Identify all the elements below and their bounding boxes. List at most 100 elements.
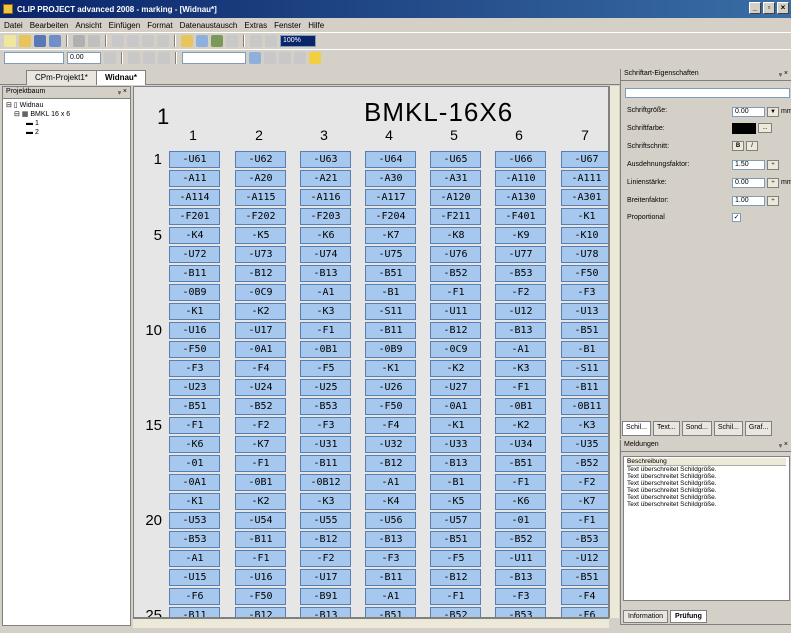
label-cell[interactable]: -U55 bbox=[300, 512, 351, 529]
label-cell[interactable]: -K7 bbox=[235, 436, 286, 453]
label-cell[interactable]: -K1 bbox=[169, 303, 220, 320]
label-cell[interactable]: -F3 bbox=[561, 284, 608, 301]
label-cell[interactable]: -U25 bbox=[300, 379, 351, 396]
tab-schild-2[interactable]: Schil... bbox=[713, 421, 743, 436]
minimize-button[interactable]: _ bbox=[749, 2, 761, 14]
label-cell[interactable]: -U63 bbox=[300, 151, 351, 168]
label-cell[interactable]: -F6 bbox=[169, 588, 220, 605]
menu-datenaustausch[interactable]: Datenaustausch bbox=[180, 21, 238, 30]
label-cell[interactable]: -B11 bbox=[561, 379, 608, 396]
tab-text[interactable]: Text... bbox=[653, 421, 680, 436]
label-cell[interactable]: -B52 bbox=[561, 455, 608, 472]
menu-datei[interactable]: Datei bbox=[4, 21, 23, 30]
label-cell[interactable]: -B52 bbox=[430, 607, 481, 617]
label-cell[interactable]: -F4 bbox=[561, 588, 608, 605]
label-cell[interactable]: -B12 bbox=[235, 265, 286, 282]
label-cell[interactable]: -S11 bbox=[561, 360, 608, 377]
label-cell[interactable]: -K7 bbox=[561, 493, 608, 510]
tab-pruefung[interactable]: Prüfung bbox=[670, 610, 707, 623]
label-cell[interactable]: -K1 bbox=[169, 493, 220, 510]
zoom-select[interactable]: 100% bbox=[280, 34, 316, 47]
stretch-spinner[interactable]: ÷ bbox=[767, 160, 779, 170]
stretch-input[interactable]: 1.50 bbox=[732, 160, 765, 170]
label-cell[interactable]: -U66 bbox=[495, 151, 546, 168]
label-cell[interactable]: -K10 bbox=[561, 227, 608, 244]
label-cell[interactable]: -F3 bbox=[169, 360, 220, 377]
label-cell[interactable]: -B11 bbox=[365, 569, 416, 586]
font-color-swatch[interactable] bbox=[732, 123, 756, 134]
menu-extras[interactable]: Extras bbox=[244, 21, 267, 30]
label-cell[interactable]: -0B11 bbox=[561, 398, 608, 415]
pin-close-icon[interactable]: ᵩ × bbox=[779, 441, 788, 450]
cut-icon[interactable] bbox=[112, 34, 124, 47]
label-cell[interactable]: -A20 bbox=[235, 170, 286, 187]
label-cell[interactable]: -U54 bbox=[235, 512, 286, 529]
label-cell[interactable]: -0B1 bbox=[495, 398, 546, 415]
label-cell[interactable]: -A111 bbox=[561, 170, 608, 187]
tab-grafik[interactable]: Graf... bbox=[744, 421, 773, 436]
new-icon[interactable] bbox=[4, 34, 16, 47]
align-center-icon[interactable] bbox=[143, 51, 155, 64]
line-width-input[interactable]: 0.00 bbox=[67, 51, 101, 64]
label-cell[interactable]: -U61 bbox=[169, 151, 220, 168]
label-cell[interactable]: -F401 bbox=[495, 208, 546, 225]
pin-close-icon[interactable]: ᵩ × bbox=[118, 88, 127, 97]
label-cell[interactable]: -01 bbox=[169, 455, 220, 472]
label-cell[interactable]: -F1 bbox=[495, 474, 546, 491]
tab-cpm-projekt[interactable]: CPm-Projekt1* bbox=[26, 70, 97, 85]
label-cell[interactable]: -K4 bbox=[169, 227, 220, 244]
zoom-in-icon[interactable] bbox=[250, 34, 262, 47]
label-cell[interactable]: -U65 bbox=[430, 151, 481, 168]
message-item[interactable]: Text überschreitet Schildgröße. bbox=[627, 466, 786, 473]
label-cell[interactable]: -U16 bbox=[235, 569, 286, 586]
menu-bearbeiten[interactable]: Bearbeiten bbox=[30, 21, 69, 30]
preview-icon[interactable] bbox=[88, 34, 100, 47]
label-cell[interactable]: -B13 bbox=[495, 569, 546, 586]
label-cell[interactable]: -0A1 bbox=[235, 341, 286, 358]
label-cell[interactable]: -U11 bbox=[430, 303, 481, 320]
label-cell[interactable]: -F2 bbox=[495, 284, 546, 301]
message-item[interactable]: Text überschreitet Schildgröße. bbox=[627, 487, 786, 494]
label-cell[interactable]: -F1 bbox=[169, 417, 220, 434]
label-cell[interactable]: -U78 bbox=[561, 246, 608, 263]
label-cell[interactable]: -A115 bbox=[235, 189, 286, 206]
label-cell[interactable]: -K6 bbox=[300, 227, 351, 244]
label-cell[interactable]: -K3 bbox=[300, 303, 351, 320]
label-cell[interactable]: -B51 bbox=[561, 322, 608, 339]
label-cell[interactable]: -B52 bbox=[430, 265, 481, 282]
label-cell[interactable]: -B13 bbox=[300, 607, 351, 617]
label-cell[interactable]: -B1 bbox=[561, 341, 608, 358]
tree-item-widnau[interactable]: ⊟ ▯ Widnau bbox=[6, 101, 127, 110]
maximize-button[interactable]: ▫ bbox=[763, 2, 775, 14]
label-cell[interactable]: -F1 bbox=[430, 284, 481, 301]
label-cell[interactable]: -B12 bbox=[300, 531, 351, 548]
italic-button[interactable]: I bbox=[746, 141, 758, 151]
label-cell[interactable]: -B13 bbox=[495, 322, 546, 339]
label-cell[interactable]: -K5 bbox=[235, 227, 286, 244]
label-cell[interactable]: -01 bbox=[495, 512, 546, 529]
copy-icon[interactable] bbox=[127, 34, 139, 47]
label-cell[interactable]: -A11 bbox=[169, 170, 220, 187]
numbering-icon[interactable] bbox=[279, 51, 291, 64]
label-cell[interactable]: -U16 bbox=[169, 322, 220, 339]
label-cell[interactable]: -U75 bbox=[365, 246, 416, 263]
label-cell[interactable]: -B12 bbox=[430, 322, 481, 339]
label-cell[interactable]: -B51 bbox=[561, 569, 608, 586]
menu-fenster[interactable]: Fenster bbox=[274, 21, 301, 30]
label-cell[interactable]: -K2 bbox=[235, 303, 286, 320]
label-cell[interactable]: -K1 bbox=[561, 208, 608, 225]
label-cell[interactable]: -U12 bbox=[561, 550, 608, 567]
label-cell[interactable]: -K6 bbox=[169, 436, 220, 453]
label-cell[interactable]: -U35 bbox=[561, 436, 608, 453]
label-cell[interactable]: -U53 bbox=[169, 512, 220, 529]
label-cell[interactable]: -U57 bbox=[430, 512, 481, 529]
label-cell[interactable]: -K5 bbox=[430, 493, 481, 510]
width-factor-input[interactable]: 1.00 bbox=[732, 196, 765, 206]
label-cell[interactable]: -A114 bbox=[169, 189, 220, 206]
label-canvas[interactable]: 1 BMKL-16X6 1 2 3 4 5 6 7 1 5 10 15 20 25 -U61 -U62 -U6… bbox=[133, 86, 609, 618]
menu-hilfe[interactable]: Hilfe bbox=[308, 21, 324, 30]
label-cell[interactable]: -B51 bbox=[430, 531, 481, 548]
horizontal-scrollbar[interactable] bbox=[133, 618, 609, 628]
label-cell[interactable]: -0A1 bbox=[430, 398, 481, 415]
label-cell[interactable]: -F3 bbox=[495, 588, 546, 605]
